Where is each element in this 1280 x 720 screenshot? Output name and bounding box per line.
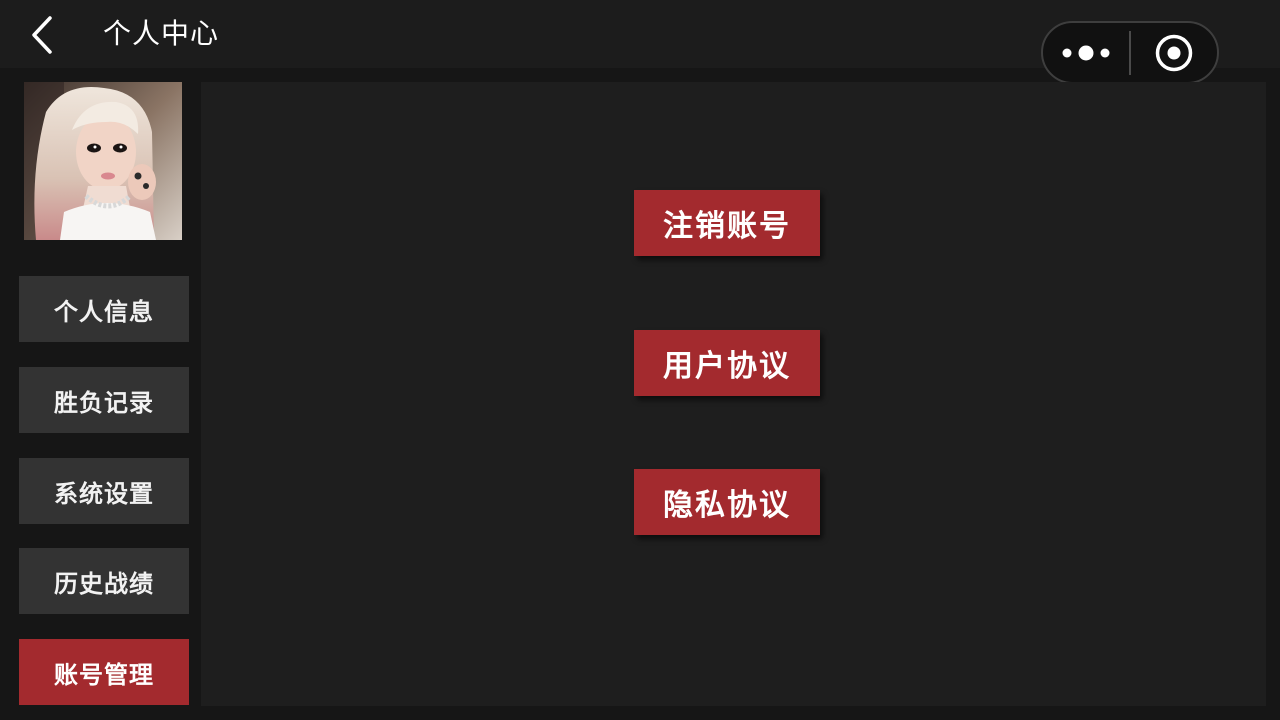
sidebar-item-win-loss-record[interactable]: 胜负记录 [19, 367, 189, 433]
target-circle-icon [1155, 34, 1193, 71]
avatar-image [24, 82, 182, 240]
top-bar: 个人中心 [0, 0, 1280, 84]
close-mini-program-button[interactable] [1131, 23, 1217, 82]
sidebar-item-history-stats[interactable]: 历史战绩 [19, 548, 189, 614]
personal-center-screen: 个人中心 个人信息 胜负记录 系统设置 历史战绩 账号管理 注销账号 用户协议 … [0, 0, 1280, 720]
sidebar-item-personal-info[interactable]: 个人信息 [19, 276, 189, 342]
mini-program-capsule [1041, 21, 1219, 84]
avatar[interactable] [24, 82, 182, 240]
more-dots-icon [1062, 45, 1110, 60]
chevron-left-icon [32, 16, 52, 54]
user-agreement-button[interactable]: 用户协议 [634, 330, 820, 396]
page-title: 个人中心 [103, 17, 220, 50]
deactivate-account-button[interactable]: 注销账号 [634, 190, 820, 256]
sidebar-item-system-settings[interactable]: 系统设置 [19, 458, 189, 524]
more-button[interactable] [1043, 23, 1129, 82]
privacy-agreement-button[interactable]: 隐私协议 [634, 469, 820, 535]
back-button[interactable] [20, 10, 64, 60]
sidebar-item-account-management[interactable]: 账号管理 [19, 639, 189, 705]
